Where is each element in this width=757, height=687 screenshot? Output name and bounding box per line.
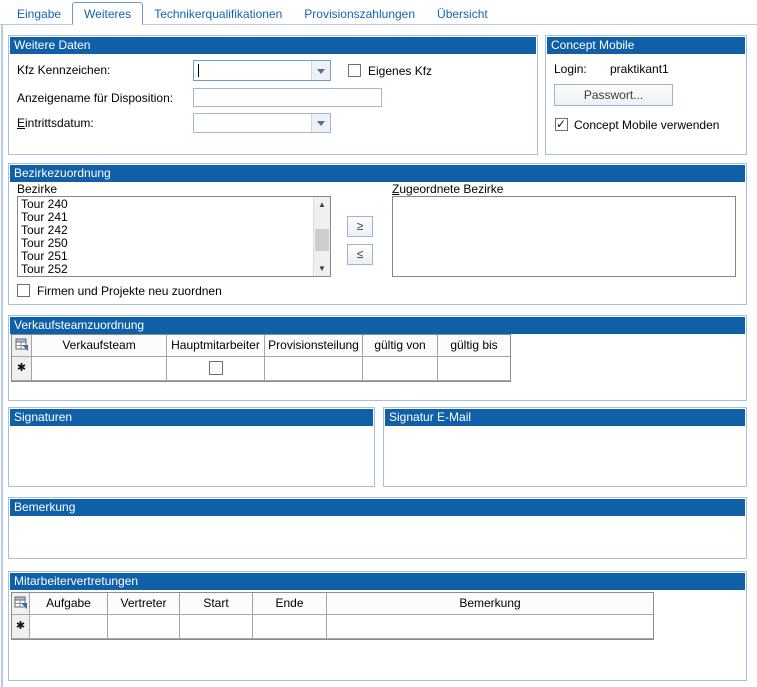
login-value: praktikant1 bbox=[610, 63, 669, 76]
cell-bemerkung[interactable] bbox=[327, 615, 653, 639]
concept-mobile-verwenden-checkbox[interactable] bbox=[555, 118, 568, 131]
login-label: Login: bbox=[554, 63, 587, 76]
move-left-button[interactable]: ≤ bbox=[347, 244, 373, 265]
column-header-gueltig-von[interactable]: gültig von bbox=[363, 335, 438, 357]
tab-strip: Eingabe Weiteres Technikerqualifikatione… bbox=[0, 0, 757, 25]
group-concept-mobile-title: Concept Mobile bbox=[547, 37, 745, 54]
anzeigename-label: Anzeigename für Disposition: bbox=[17, 92, 173, 105]
group-bemerkung-title: Bemerkung bbox=[10, 499, 745, 516]
cell-aufgabe[interactable] bbox=[30, 615, 108, 639]
tab-eingabe[interactable]: Eingabe bbox=[6, 3, 72, 24]
mitarbeitervertretungen-grid: Aufgabe Vertreter Start Ende Bemerkung ✱ bbox=[11, 592, 654, 640]
move-right-button[interactable]: ≥ bbox=[347, 216, 373, 237]
cell-hauptmitarbeiter[interactable] bbox=[167, 357, 265, 381]
group-signaturen-title: Signaturen bbox=[10, 409, 373, 426]
eigenes-kfz-label: Eigenes Kfz bbox=[368, 65, 432, 78]
signaturen-textarea[interactable] bbox=[10, 426, 373, 485]
bezirke-label: Bezirke bbox=[17, 183, 57, 196]
eintrittsdatum-label: Eintrittsdatum: bbox=[17, 117, 94, 130]
bemerkung-textarea[interactable] bbox=[10, 516, 745, 557]
cell-provisionsteilung[interactable] bbox=[265, 357, 363, 381]
group-concept-mobile: Concept Mobile Login: praktikant1 Passwo… bbox=[545, 35, 747, 155]
grid-selector-icon[interactable] bbox=[12, 335, 32, 357]
bezirke-scrollbar[interactable]: ▲ ▼ bbox=[313, 197, 330, 276]
zugeordnete-bezirke-listbox[interactable] bbox=[392, 196, 736, 277]
group-signatur-email-title: Signatur E-Mail bbox=[385, 409, 745, 426]
group-weitere-daten: Weitere Daten Kfz Kennzeichen: Eigenes K… bbox=[8, 35, 538, 155]
scroll-down-icon[interactable]: ▼ bbox=[314, 261, 330, 276]
firmen-projekte-checkbox[interactable] bbox=[17, 284, 30, 297]
hauptmitarbeiter-checkbox[interactable] bbox=[209, 361, 223, 375]
list-item[interactable]: Tour 252 bbox=[18, 263, 313, 276]
eigenes-kfz-checkbox[interactable] bbox=[348, 64, 361, 77]
group-weitere-daten-title: Weitere Daten bbox=[10, 37, 536, 54]
group-verkaufsteamzuordnung-title: Verkaufsteamzuordnung bbox=[10, 317, 745, 334]
column-header-provisionsteilung[interactable]: Provisionsteilung bbox=[265, 335, 363, 357]
grid-selector-icon[interactable] bbox=[12, 593, 30, 615]
employee-details-window: Eingabe Weiteres Technikerqualifikatione… bbox=[0, 0, 757, 687]
anzeigename-input[interactable] bbox=[193, 88, 382, 107]
passwort-button[interactable]: Passwort... bbox=[554, 84, 673, 106]
tab-uebersicht[interactable]: Übersicht bbox=[426, 3, 499, 24]
tab-provisionszahlungen[interactable]: Provisionszahlungen bbox=[293, 3, 426, 24]
column-header-hauptmitarbeiter[interactable]: Hauptmitarbeiter bbox=[167, 335, 265, 357]
chevron-down-icon[interactable] bbox=[311, 114, 330, 132]
group-signaturen: Signaturen bbox=[8, 407, 375, 487]
scrollbar-thumb[interactable] bbox=[315, 229, 329, 251]
bezirke-list-items: Tour 240 Tour 241 Tour 242 Tour 250 Tour… bbox=[18, 198, 313, 276]
tab-weiteres[interactable]: Weiteres bbox=[72, 2, 143, 25]
text-caret bbox=[198, 64, 199, 77]
group-mitarbeitervertretungen: Mitarbeitervertretungen Aufgabe Vertrete… bbox=[8, 571, 747, 681]
group-verkaufsteamzuordnung: Verkaufsteamzuordnung Verkaufsteam Haupt… bbox=[8, 315, 747, 401]
group-signatur-email: Signatur E-Mail bbox=[383, 407, 747, 487]
group-bezirkezuordnung: Bezirkezuordnung Bezirke Tour 240 Tour 2… bbox=[8, 163, 747, 305]
cell-vertreter[interactable] bbox=[108, 615, 180, 639]
tab-technikerqualifikationen[interactable]: Technikerqualifikationen bbox=[143, 3, 293, 24]
new-row-marker: ✱ bbox=[12, 615, 30, 639]
chevron-down-icon[interactable] bbox=[311, 61, 330, 80]
cell-gueltig-von[interactable] bbox=[363, 357, 438, 381]
group-mitarbeitervertretungen-title: Mitarbeitervertretungen bbox=[10, 573, 745, 590]
concept-mobile-verwenden-label: Concept Mobile verwenden bbox=[574, 119, 719, 132]
kfz-kennzeichen-combobox[interactable] bbox=[193, 60, 331, 81]
group-bemerkung: Bemerkung bbox=[8, 497, 747, 559]
column-header-vertreter[interactable]: Vertreter bbox=[108, 593, 180, 615]
cell-verkaufsteam[interactable] bbox=[32, 357, 167, 381]
column-header-start[interactable]: Start bbox=[180, 593, 253, 615]
tab-page-left-border bbox=[1, 25, 3, 687]
cell-gueltig-bis[interactable] bbox=[438, 357, 510, 381]
eintrittsdatum-combobox[interactable] bbox=[193, 113, 331, 133]
cell-start[interactable] bbox=[180, 615, 253, 639]
kfz-kennzeichen-label: Kfz Kennzeichen: bbox=[17, 64, 110, 77]
verkaufsteam-grid: Verkaufsteam Hauptmitarbeiter Provisions… bbox=[11, 334, 511, 382]
column-header-aufgabe[interactable]: Aufgabe bbox=[30, 593, 108, 615]
zugeordnete-bezirke-label: Zugeordnete Bezirke bbox=[392, 183, 503, 196]
scroll-up-icon[interactable]: ▲ bbox=[314, 197, 330, 212]
column-header-ende[interactable]: Ende bbox=[253, 593, 327, 615]
firmen-projekte-label: Firmen und Projekte neu zuordnen bbox=[37, 285, 222, 298]
group-bezirkezuordnung-title: Bezirkezuordnung bbox=[10, 165, 745, 182]
new-row-marker: ✱ bbox=[12, 357, 32, 381]
column-header-bemerkung[interactable]: Bemerkung bbox=[327, 593, 653, 615]
bezirke-listbox[interactable]: Tour 240 Tour 241 Tour 242 Tour 250 Tour… bbox=[17, 196, 331, 277]
cell-ende[interactable] bbox=[253, 615, 327, 639]
column-header-verkaufsteam[interactable]: Verkaufsteam bbox=[32, 335, 167, 357]
signatur-email-textarea[interactable] bbox=[385, 426, 745, 485]
column-header-gueltig-bis[interactable]: gültig bis bbox=[438, 335, 510, 357]
